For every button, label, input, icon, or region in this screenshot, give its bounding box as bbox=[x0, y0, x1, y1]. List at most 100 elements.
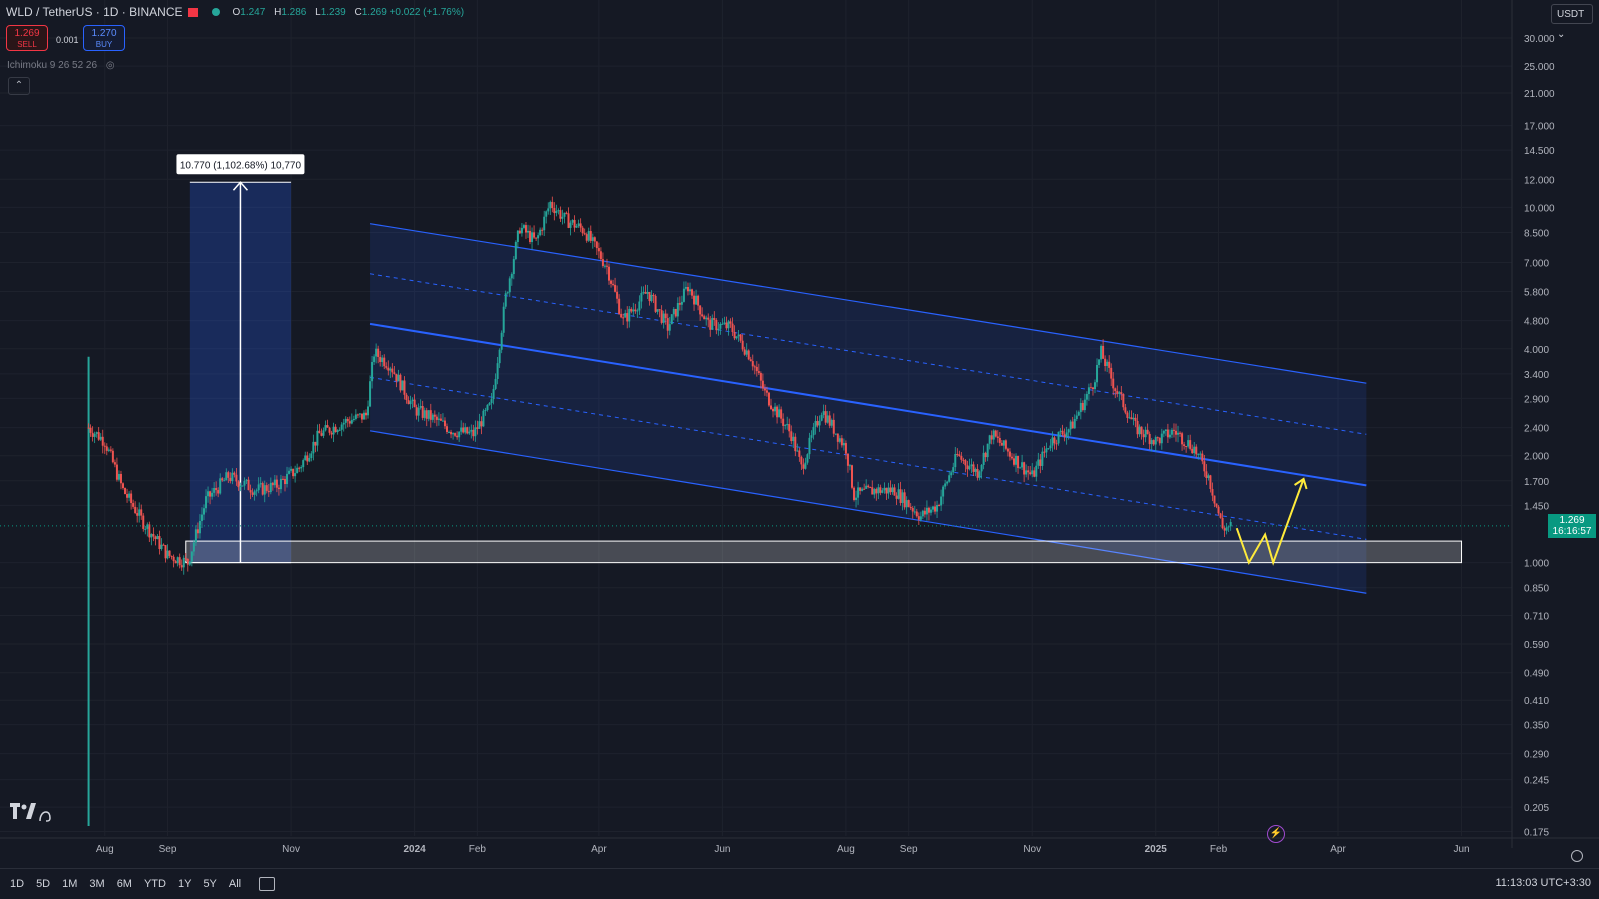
candle-body bbox=[160, 544, 163, 550]
candle-body bbox=[666, 318, 669, 331]
candle-body bbox=[243, 480, 246, 486]
indicator-legend[interactable]: Ichimoku 9 26 52 26 ◎ bbox=[7, 60, 115, 71]
candle-body bbox=[848, 465, 851, 467]
candle-body bbox=[593, 237, 596, 242]
sell-button[interactable]: 1.269 SELL bbox=[6, 25, 48, 51]
candle-body bbox=[284, 479, 286, 485]
candle-body bbox=[1128, 417, 1131, 419]
candle-body bbox=[1069, 421, 1072, 430]
range-ytd[interactable]: YTD bbox=[144, 878, 166, 890]
candle-body bbox=[1209, 475, 1212, 489]
candle-body bbox=[132, 503, 135, 507]
price-axis-label: 0.245 bbox=[1524, 776, 1549, 787]
candle-body bbox=[184, 557, 187, 559]
candle-body bbox=[672, 308, 675, 315]
candle-body bbox=[697, 295, 700, 306]
candle-body bbox=[97, 432, 100, 440]
candle-body bbox=[1195, 446, 1198, 455]
candle-body bbox=[427, 410, 430, 419]
candle-body bbox=[946, 481, 949, 484]
candle-body bbox=[373, 356, 376, 362]
candle-body bbox=[883, 487, 886, 491]
candle-body bbox=[676, 303, 679, 317]
candle-body bbox=[304, 455, 307, 461]
candle-body bbox=[792, 436, 795, 442]
range-1d[interactable]: 1D bbox=[10, 878, 24, 890]
candle-body bbox=[103, 445, 106, 447]
candle-body bbox=[1049, 445, 1052, 449]
tradingview-logo[interactable] bbox=[8, 799, 52, 825]
chart-area[interactable]: 30.000 25.000 21.000 17.000 14.500 12.000 10.0… bbox=[0, 0, 1599, 899]
flag-icon[interactable] bbox=[188, 7, 199, 17]
candle-body bbox=[808, 437, 811, 455]
price-axis-label: 3.400 bbox=[1524, 370, 1549, 381]
candle-body bbox=[891, 487, 894, 493]
candle-body bbox=[1197, 453, 1200, 455]
range-1m[interactable]: 1M bbox=[62, 878, 77, 890]
candle-body bbox=[828, 415, 831, 426]
candle-body bbox=[1075, 415, 1078, 419]
candle-body bbox=[573, 219, 576, 228]
candle-body bbox=[387, 367, 390, 371]
candle-body bbox=[1168, 434, 1171, 438]
candle-body bbox=[654, 295, 657, 312]
candle-body bbox=[1122, 393, 1125, 408]
candle-body bbox=[958, 454, 961, 456]
price-axis-label: 14.500 bbox=[1524, 146, 1555, 157]
candle-body bbox=[820, 414, 823, 421]
symbol-title[interactable]: WLD / TetherUS · 1D · BINANCE bbox=[6, 5, 182, 19]
candle-body bbox=[279, 478, 282, 490]
candle-body bbox=[452, 433, 455, 435]
candle-body bbox=[1039, 459, 1042, 466]
candle-body bbox=[753, 366, 756, 368]
candle-body bbox=[535, 237, 538, 239]
candle-body bbox=[413, 399, 416, 408]
candle-body bbox=[567, 213, 570, 228]
candle-body bbox=[142, 515, 145, 529]
settings-icon[interactable] bbox=[1571, 850, 1583, 862]
candle-body bbox=[330, 432, 333, 435]
candle-body bbox=[1177, 432, 1180, 435]
candle-body bbox=[755, 366, 758, 372]
candle-body bbox=[628, 308, 631, 322]
candle-body bbox=[865, 485, 868, 489]
candle-body bbox=[225, 472, 228, 481]
time-axis-label: 2025 bbox=[1145, 844, 1168, 855]
collapse-legend-button[interactable]: ⌃ bbox=[8, 77, 30, 95]
candle-body bbox=[741, 340, 744, 350]
range-all[interactable]: All bbox=[229, 878, 241, 890]
range-5d[interactable]: 5D bbox=[36, 878, 50, 890]
clock[interactable]: 11:13:03 UTC+3:30 bbox=[1496, 877, 1592, 889]
lightning-icon[interactable]: ⚡ bbox=[1267, 825, 1285, 843]
eye-icon[interactable]: ◎ bbox=[106, 60, 115, 71]
currency-selector[interactable]: USDT ⌄ bbox=[1551, 4, 1593, 40]
candle-body bbox=[1063, 434, 1066, 437]
candle-body bbox=[853, 487, 856, 500]
range-1y[interactable]: 1Y bbox=[178, 878, 191, 890]
candle-body bbox=[93, 433, 96, 437]
candle-body bbox=[215, 488, 218, 491]
candle-body bbox=[601, 259, 604, 266]
candle-body bbox=[605, 265, 608, 267]
candle-body bbox=[172, 556, 175, 562]
candle-body bbox=[913, 511, 916, 513]
candle-body bbox=[476, 427, 479, 429]
candle-body bbox=[664, 313, 667, 319]
candle-body bbox=[897, 489, 900, 499]
candle-body bbox=[221, 478, 224, 481]
price-axis-label: 1.450 bbox=[1524, 501, 1549, 512]
candle-body bbox=[944, 483, 947, 487]
range-6m[interactable]: 6M bbox=[117, 878, 132, 890]
candle-body bbox=[411, 399, 414, 402]
price-axis-label: 5.800 bbox=[1524, 287, 1549, 298]
candle-body bbox=[1000, 442, 1003, 446]
calendar-icon[interactable] bbox=[259, 877, 276, 891]
candle-body bbox=[577, 223, 580, 227]
candle-body bbox=[1065, 432, 1068, 437]
candle-body bbox=[919, 516, 922, 520]
range-5y[interactable]: 5Y bbox=[203, 878, 216, 890]
buy-button[interactable]: 1.270 BUY bbox=[83, 25, 125, 51]
candle-body bbox=[107, 449, 110, 451]
candle-body bbox=[1213, 495, 1216, 504]
range-3m[interactable]: 3M bbox=[89, 878, 104, 890]
